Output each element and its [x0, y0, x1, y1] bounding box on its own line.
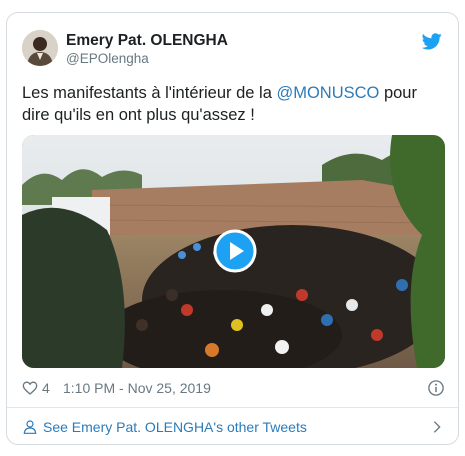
author-name[interactable]: Emery Pat. OLENGHA — [66, 32, 228, 50]
info-icon[interactable] — [427, 379, 445, 397]
tweet-text: Les manifestants à l'intérieur de la @MO… — [22, 82, 442, 126]
divider — [7, 407, 458, 408]
other-tweets-link[interactable]: See Emery Pat. OLENGHA's other Tweets — [22, 417, 445, 439]
author-handle[interactable]: @EPOlengha — [66, 51, 149, 66]
embedded-tweet-card: Emery Pat. OLENGHA @EPOlengha Les manife… — [6, 12, 459, 445]
video-thumbnail[interactable] — [22, 135, 445, 368]
like-count[interactable]: 4 — [42, 380, 50, 396]
tweet-meta: 4 1:10 PM - Nov 25, 2019 — [22, 379, 445, 399]
chevron-right-icon[interactable] — [429, 419, 445, 435]
person-icon — [23, 420, 37, 434]
play-icon[interactable] — [213, 229, 257, 273]
tweet-text-before: Les manifestants à l'intérieur de la — [22, 84, 277, 102]
timestamp[interactable]: 1:10 PM - Nov 25, 2019 — [63, 380, 211, 396]
avatar[interactable] — [22, 30, 58, 66]
twitter-bird-icon[interactable] — [422, 33, 442, 50]
heart-icon[interactable] — [22, 380, 38, 396]
mention-link[interactable]: @MONUSCO — [276, 84, 379, 102]
other-tweets-label[interactable]: See Emery Pat. OLENGHA's other Tweets — [43, 419, 307, 435]
